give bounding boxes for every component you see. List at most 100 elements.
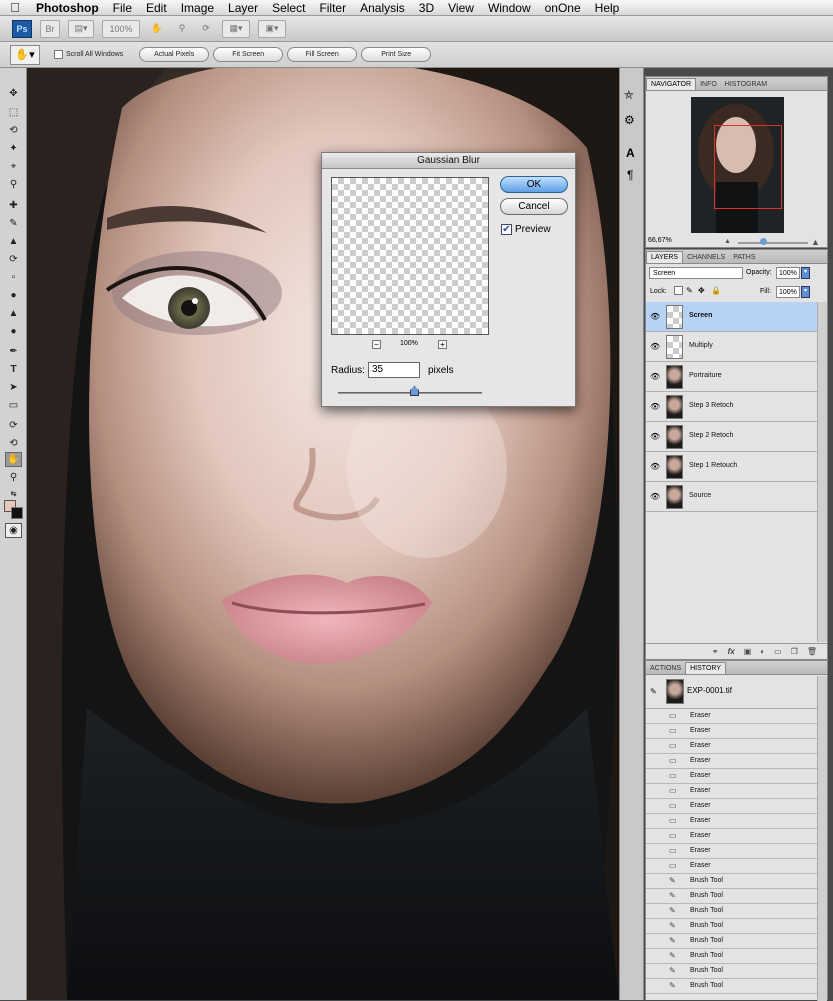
adjustment-layer-icon[interactable]: ◐ — [760, 647, 765, 656]
navigator-view-box[interactable] — [714, 125, 782, 209]
bridge-button[interactable]: Br — [40, 19, 60, 38]
menu-3d[interactable]: 3D — [419, 1, 434, 15]
character-icon[interactable]: A — [626, 146, 635, 160]
menu-image[interactable]: Image — [181, 1, 214, 15]
tab-layers[interactable]: LAYERS — [646, 251, 684, 263]
zoom-level-dropdown[interactable]: 100% — [102, 19, 140, 38]
tab-history[interactable]: HISTORY — [685, 662, 726, 674]
history-state[interactable]: ▭ Eraser — [646, 814, 817, 829]
dodge-tool-icon[interactable]: ● — [5, 324, 22, 339]
lock-pixels-icon[interactable]: ✎ — [686, 286, 693, 295]
fill-screen-button[interactable]: Fill Screen — [287, 47, 358, 62]
visibility-eye-icon[interactable]: 👁 — [650, 342, 660, 351]
visibility-eye-icon[interactable]: 👁 — [650, 492, 660, 501]
print-size-button[interactable]: Print Size — [361, 47, 432, 62]
layer-step-1-retouch[interactable]: 👁 Step 1 Retouch — [646, 452, 817, 482]
tab-info[interactable]: INFO — [696, 79, 721, 90]
new-layer-icon[interactable]: ❐ — [791, 647, 798, 656]
cancel-button[interactable]: Cancel — [500, 198, 568, 215]
clone-stamp-tool-icon[interactable]: ▲ — [5, 234, 22, 249]
blend-mode-select[interactable]: Screen — [649, 267, 743, 279]
zoom-icon[interactable]: ⚲ — [174, 20, 190, 38]
history-state[interactable]: ▭ Eraser — [646, 709, 817, 724]
arrange-documents-button[interactable]: ▦▾ — [222, 19, 250, 38]
rotate-view-icon[interactable]: ⟳ — [198, 20, 214, 38]
fill-dropdown-icon[interactable]: ▾ — [801, 286, 810, 298]
tab-paths[interactable]: PATHS — [729, 252, 759, 263]
visibility-eye-icon[interactable]: 👁 — [650, 372, 660, 381]
actual-pixels-button[interactable]: Actual Pixels — [139, 47, 210, 62]
zoom-out-icon[interactable]: ▲ — [724, 238, 731, 245]
layer-multiply[interactable]: 👁 Multiply — [646, 332, 817, 362]
history-state[interactable]: ✎ Brush Tool — [646, 934, 817, 949]
history-state[interactable]: ▭ Eraser — [646, 859, 817, 874]
snapshot-brush-icon[interactable]: ✎ — [650, 687, 657, 696]
menu-help[interactable]: Help — [595, 1, 620, 15]
tool-presets-icon[interactable]: ⛤ — [624, 88, 634, 103]
preview-zoom-out-button[interactable]: − — [372, 340, 381, 349]
hand-icon[interactable]: ✋ — [148, 20, 166, 38]
history-brush-tool-icon[interactable]: ⟳ — [5, 252, 22, 267]
history-state[interactable]: ▭ Eraser — [646, 829, 817, 844]
ok-button[interactable]: OK — [500, 176, 568, 193]
menu-analysis[interactable]: Analysis — [360, 1, 405, 15]
menu-select[interactable]: Select — [272, 1, 305, 15]
clone-source-icon[interactable]: ⚙ — [624, 113, 635, 127]
blur-preview-area[interactable] — [331, 177, 489, 335]
visibility-eye-icon[interactable]: 👁 — [650, 312, 660, 321]
eraser-tool-icon[interactable]: ▫ — [5, 270, 22, 285]
3d-rotate-tool-icon[interactable]: ⟳ — [5, 418, 22, 433]
layer-style-icon[interactable]: fx — [728, 647, 735, 656]
layer-mask-icon[interactable]: ▣ — [744, 647, 752, 656]
history-state[interactable]: ✎ Brush Tool — [646, 949, 817, 964]
menu-edit[interactable]: Edit — [146, 1, 167, 15]
quick-mask-icon[interactable]: ◉ — [5, 523, 22, 538]
crop-tool-icon[interactable]: ⌖ — [5, 159, 22, 174]
history-state[interactable]: ▭ Eraser — [646, 769, 817, 784]
hand-tool-icon[interactable]: ✋ — [5, 452, 22, 467]
history-snapshot[interactable]: ✎ EXP-0001.tif — [646, 676, 817, 709]
rectangle-tool-icon[interactable]: ▭ — [5, 398, 22, 413]
zoom-tool-icon[interactable]: ⚲ — [5, 470, 22, 485]
history-state[interactable]: ▭ Eraser — [646, 724, 817, 739]
navigator-zoom-slider[interactable] — [738, 242, 808, 244]
layers-scrollbar[interactable] — [817, 302, 827, 642]
tab-actions[interactable]: ACTIONS — [646, 663, 685, 674]
navigator-zoom-thumb[interactable] — [760, 238, 767, 245]
3d-orbit-tool-icon[interactable]: ⟲ — [5, 436, 22, 451]
navigator-zoom-value[interactable]: 66,67% — [648, 237, 672, 244]
layer-source[interactable]: 👁 Source — [646, 482, 817, 512]
menu-filter[interactable]: Filter — [319, 1, 346, 15]
history-state[interactable]: ▭ Eraser — [646, 739, 817, 754]
zoom-in-icon[interactable]: ▲ — [811, 237, 820, 247]
lock-position-icon[interactable]: ✥ — [698, 286, 705, 295]
opacity-input[interactable]: 100% — [776, 267, 800, 279]
navigator-thumbnail[interactable] — [691, 97, 784, 233]
history-state[interactable]: ✎ Brush Tool — [646, 964, 817, 979]
layer-step-2-retoch[interactable]: 👁 Step 2 Retoch — [646, 422, 817, 452]
layer-screen[interactable]: 👁 Screen — [646, 302, 817, 332]
menu-layer[interactable]: Layer — [228, 1, 258, 15]
history-scrollbar[interactable] — [817, 676, 827, 1001]
path-selection-tool-icon[interactable]: ➤ — [5, 380, 22, 395]
menu-view[interactable]: View — [448, 1, 474, 15]
screen-mode-button[interactable]: ▣▾ — [258, 19, 286, 38]
lock-transparent-icon[interactable] — [674, 286, 683, 295]
paragraph-icon[interactable]: ¶ — [627, 168, 633, 182]
background-color-swatch[interactable] — [11, 507, 23, 519]
lasso-tool-icon[interactable]: ⟲ — [5, 123, 22, 138]
view-extras-button[interactable]: ▤▾ — [68, 19, 94, 38]
opacity-dropdown-icon[interactable]: ▾ — [801, 267, 810, 279]
tab-channels[interactable]: CHANNELS — [683, 252, 729, 263]
visibility-eye-icon[interactable]: 👁 — [650, 402, 660, 411]
history-state[interactable]: ▭ Eraser — [646, 844, 817, 859]
tab-navigator[interactable]: NAVIGATOR — [646, 78, 697, 90]
quick-selection-tool-icon[interactable]: ✦ — [5, 141, 22, 156]
brush-tool-icon[interactable]: ✎ — [5, 216, 22, 231]
history-state[interactable]: ▭ Eraser — [646, 799, 817, 814]
eyedropper-tool-icon[interactable]: ⚲ — [5, 177, 22, 192]
history-state[interactable]: ▭ Eraser — [646, 754, 817, 769]
history-state[interactable]: ✎ Brush Tool — [646, 979, 817, 994]
tab-histogram[interactable]: HISTOGRAM — [721, 79, 771, 90]
radius-slider-thumb[interactable] — [410, 386, 419, 396]
